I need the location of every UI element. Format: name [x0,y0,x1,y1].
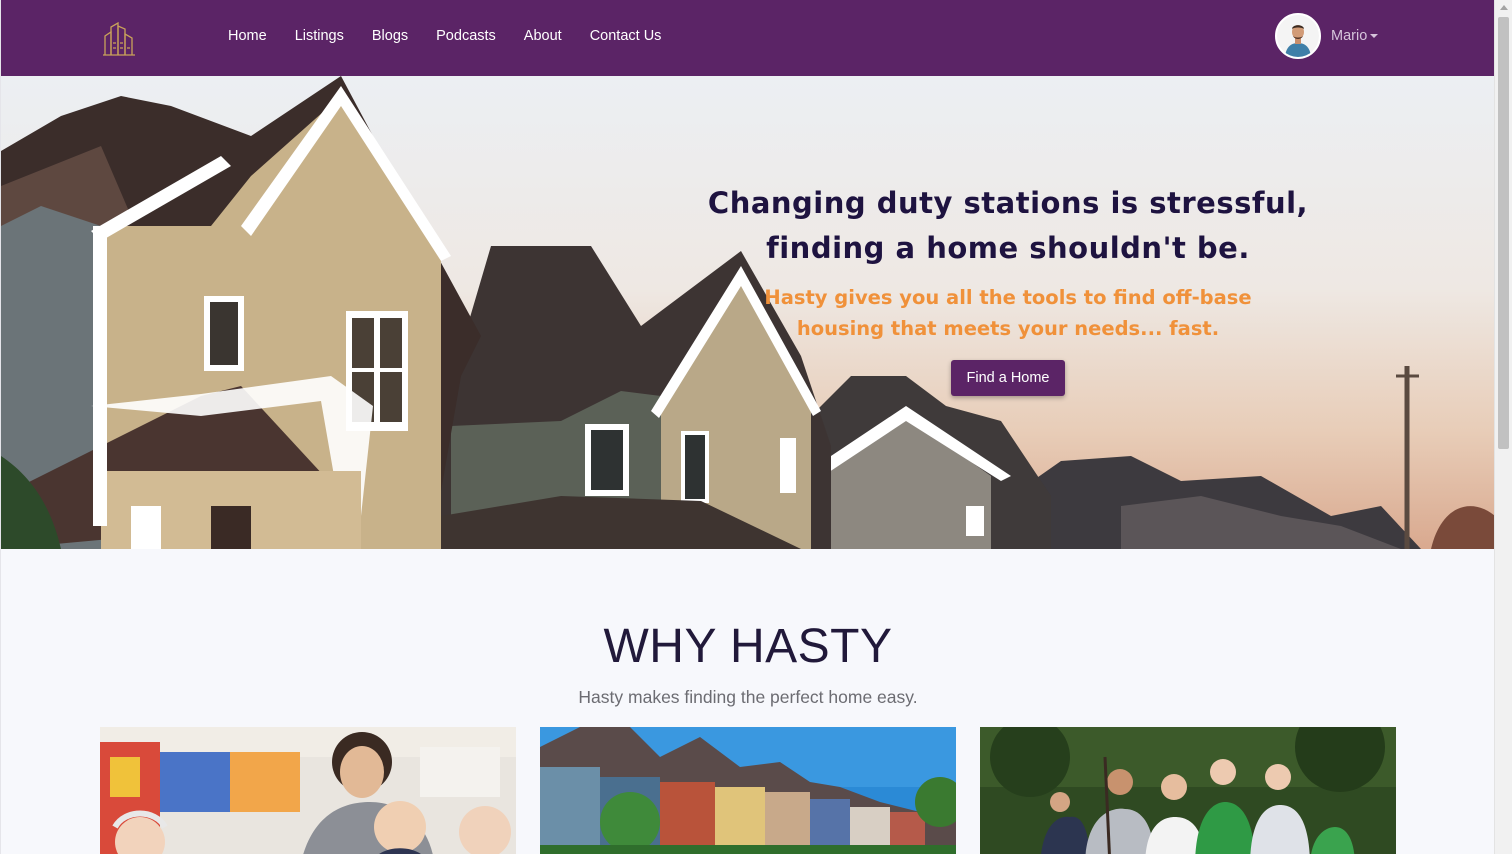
find-a-home-button[interactable]: Find a Home [951,360,1065,396]
chevron-down-icon[interactable] [1370,34,1379,38]
user-name[interactable]: Mario [1331,28,1367,44]
scroll-up-arrow-icon[interactable] [1500,5,1508,10]
nav-link-home[interactable]: Home [228,28,267,44]
hero-title: Changing duty stations is stressful, fin… [701,181,1315,271]
hasty-logo-icon[interactable] [101,20,139,58]
section-title: WHY HASTY [603,620,893,673]
nav-link-contact-us[interactable]: Contact Us [590,28,662,44]
section-subtitle: Hasty makes finding the perfect home eas… [578,687,918,707]
user-avatar[interactable] [1275,13,1321,59]
nav-links: Home Listings Blogs Podcasts About Conta… [228,0,689,72]
hero-title-line-2: finding a home shouldn't be. [766,231,1250,265]
top-navbar: Home Listings Blogs Podcasts About Conta… [1,0,1494,76]
hero-title-line-1: Changing duty stations is stressful, [707,186,1309,220]
scrollbar-thumb[interactable] [1498,17,1509,449]
hero-subtitle-line-1: Hasty gives you all the tools to find of… [764,286,1252,309]
feature-card-community-image[interactable] [980,727,1396,854]
feature-card-childcare-image[interactable] [100,727,516,854]
page-scrollbar[interactable] [1494,0,1512,854]
hero-banner: Changing duty stations is stressful, fin… [1,76,1494,549]
hero-text-block: Changing duty stations is stressful, fin… [701,181,1315,396]
nav-link-about[interactable]: About [524,28,562,44]
nav-link-blogs[interactable]: Blogs [372,28,408,44]
feature-card-neighborhood-image[interactable] [540,727,956,854]
hero-subtitle: Hasty gives you all the tools to find of… [701,282,1315,344]
hero-subtitle-line-2: housing that meets your needs... fast. [796,317,1220,340]
user-menu-dropdown[interactable]: Mario [1275,13,1379,59]
why-hasty-section: WHY HASTY Hasty makes finding the perfec… [1,549,1494,854]
nav-link-podcasts[interactable]: Podcasts [436,28,496,44]
browser-viewport: Home Listings Blogs Podcasts About Conta… [0,0,1494,854]
nav-link-listings[interactable]: Listings [295,28,344,44]
